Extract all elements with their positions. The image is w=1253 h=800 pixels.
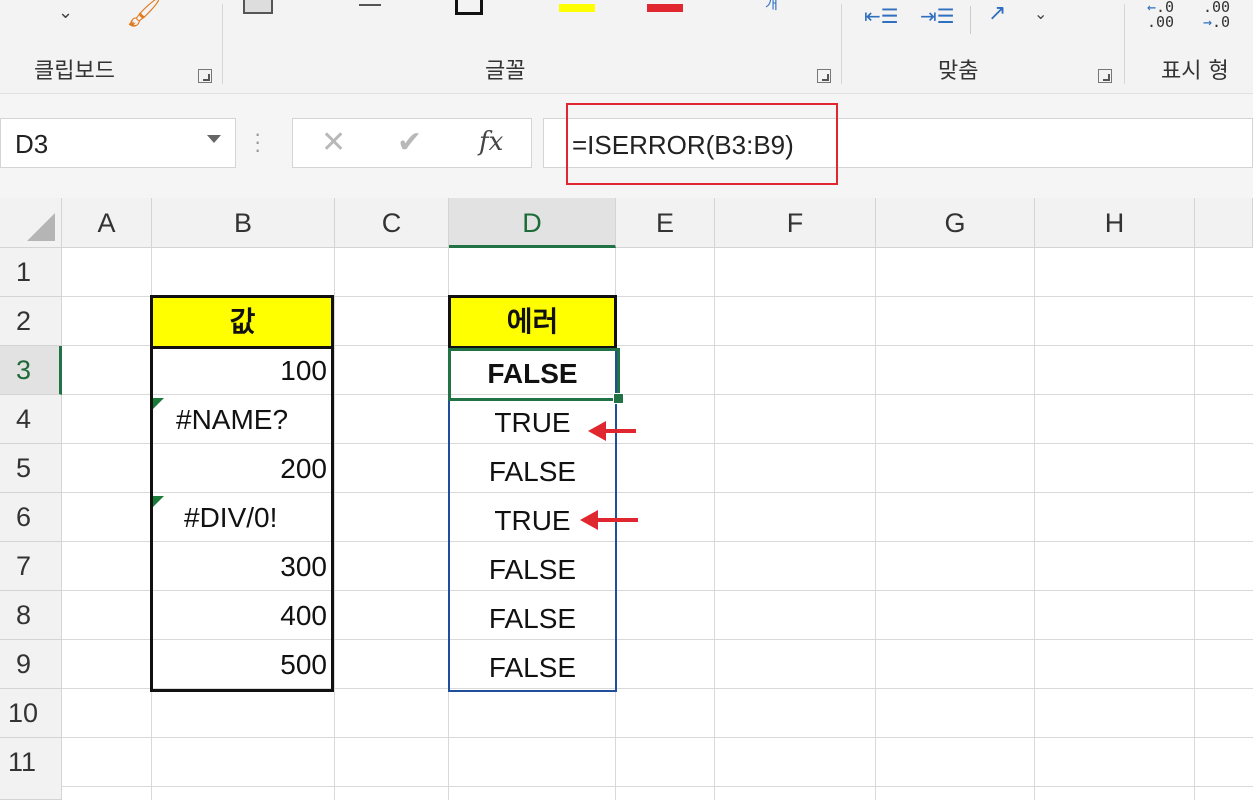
clipboard-group: ⌄ 🖌 클립보드 — [0, 0, 222, 93]
font-group: 개 글꼴 — [223, 0, 841, 93]
font-group-label: 글꼴 — [485, 59, 526, 84]
underline-icon[interactable] — [359, 4, 381, 6]
gridline — [1034, 248, 1035, 800]
borders-box-icon[interactable] — [455, 0, 483, 15]
row-header-1[interactable]: 1 — [0, 248, 62, 297]
row-header-11[interactable]: 11 — [0, 738, 62, 800]
column-header-e[interactable]: E — [616, 198, 715, 248]
fill-handle[interactable] — [613, 393, 624, 404]
ribbon-separator — [970, 6, 971, 34]
column-header-g[interactable]: G — [876, 198, 1035, 248]
row-header-2[interactable]: 2 — [0, 297, 62, 346]
red-arrow-icon — [580, 510, 638, 530]
gridline — [334, 248, 335, 800]
table-border-b — [150, 295, 334, 692]
table-header-border-d — [448, 295, 617, 349]
column-header-f[interactable]: F — [715, 198, 876, 248]
column-header-a[interactable]: A — [62, 198, 152, 248]
row-header-5[interactable]: 5 — [0, 444, 62, 493]
table-header-separator-b — [150, 346, 334, 349]
active-cell-border — [448, 348, 620, 401]
number-group: ←.0 .00 .00 →.0 표시 형 — [1125, 0, 1253, 93]
cancel-icon[interactable]: ✕ — [321, 125, 346, 160]
clipboard-group-label: 클립보드 — [34, 59, 115, 84]
formula-highlight-box — [566, 103, 838, 185]
red-arrow-icon — [588, 421, 636, 441]
ribbon: ⌄ 🖌 클립보드 개 글꼴 ⇤☰ ⇥☰ ↗ ⌄ 맞춤 ←.0 .00 .00 →… — [0, 0, 1253, 94]
font-color-icon[interactable] — [647, 4, 683, 12]
gridline — [875, 248, 876, 800]
column-header-i[interactable] — [1195, 198, 1253, 248]
column-header-h[interactable]: H — [1035, 198, 1195, 248]
row-header-8[interactable]: 8 — [0, 591, 62, 640]
row-header-6[interactable]: 6 — [0, 493, 62, 542]
column-header-c[interactable]: C — [335, 198, 449, 248]
number-group-label: 표시 형 — [1161, 59, 1229, 84]
spreadsheet-grid: A B C D E F G H 1 2 3 4 5 6 7 8 9 10 11 … — [0, 198, 1253, 800]
insert-function-icon[interactable]: fx — [479, 127, 503, 157]
gridline — [714, 248, 715, 800]
name-box-dropdown-icon[interactable] — [207, 135, 221, 143]
alignment-group: ⇤☰ ⇥☰ ↗ ⌄ 맞춤 — [842, 0, 1124, 93]
row-header-10[interactable]: 10 — [0, 689, 62, 738]
row-header-7[interactable]: 7 — [0, 542, 62, 591]
row-header-9[interactable]: 9 — [0, 640, 62, 689]
format-painter-icon[interactable]: 🖌 — [126, 0, 162, 29]
name-box[interactable]: D3 — [0, 118, 236, 168]
decrease-indent-icon[interactable]: ⇤☰ — [864, 4, 899, 29]
row-header-3[interactable]: 3 — [0, 346, 62, 395]
gridline — [62, 786, 1253, 787]
name-box-value: D3 — [15, 129, 49, 159]
enter-icon[interactable]: ✔ — [397, 125, 422, 160]
gridline — [62, 737, 1253, 738]
fill-color-icon[interactable] — [559, 4, 595, 12]
phonetic-icon[interactable]: 개 — [765, 0, 778, 14]
decrease-decimal-icon[interactable]: .00 →.0 — [1203, 0, 1230, 30]
clipboard-launcher-icon[interactable] — [198, 69, 212, 83]
chevron-down-icon[interactable]: ⌄ — [58, 2, 73, 23]
row-header-4[interactable]: 4 — [0, 395, 62, 444]
select-all-button[interactable] — [0, 198, 62, 248]
gridline — [1194, 248, 1195, 800]
orientation-icon[interactable]: ↗ — [988, 0, 1006, 26]
column-header-d[interactable]: D — [449, 198, 616, 248]
font-launcher-icon[interactable] — [817, 69, 831, 83]
formula-buttons: ✕ ✔ fx — [292, 118, 532, 168]
alignment-group-label: 맞춤 — [938, 59, 979, 84]
column-header-b[interactable]: B — [152, 198, 335, 248]
chevron-down-icon[interactable]: ⌄ — [1034, 4, 1047, 24]
border-icon[interactable] — [243, 0, 273, 14]
increase-decimal-icon[interactable]: ←.0 .00 — [1147, 0, 1174, 30]
alignment-launcher-icon[interactable] — [1098, 69, 1112, 83]
increase-indent-icon[interactable]: ⇥☰ — [920, 4, 955, 29]
formula-bar-splitter-icon[interactable]: · · · — [254, 123, 261, 161]
